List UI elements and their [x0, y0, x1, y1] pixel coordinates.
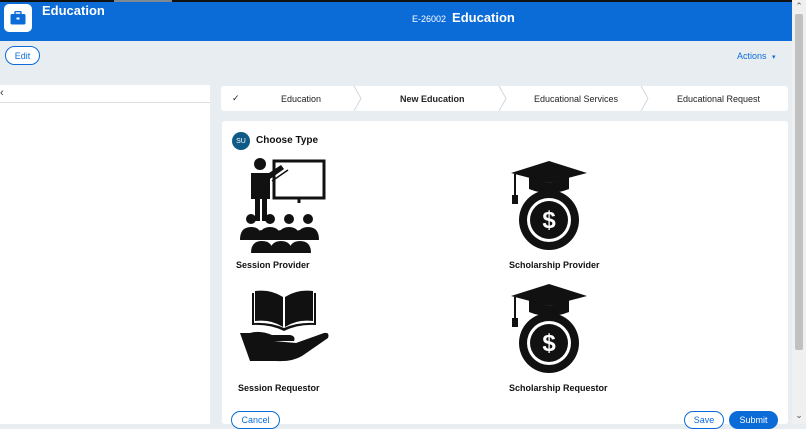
save-button[interactable]: Save [684, 411, 724, 429]
collapse-panel-icon[interactable]: ‹ [0, 87, 4, 99]
svg-text:$: $ [542, 330, 556, 357]
cancel-button[interactable]: Cancel [231, 411, 280, 429]
step-new-education[interactable]: New Education [400, 86, 465, 111]
step-educational-request[interactable]: Educational Request [677, 86, 760, 111]
left-panel: ‹ [0, 85, 210, 424]
case-heading: E-26002 Education [412, 10, 515, 25]
step-separator-icon [353, 86, 362, 111]
graduation-cap-dollar-icon: $ [511, 284, 587, 373]
teacher-presentation-icon [240, 158, 326, 253]
section-title: Choose Type [256, 135, 319, 146]
svg-text:$: $ [542, 207, 556, 234]
page-scrollbar[interactable]: ⌃ ⌄ [792, 0, 806, 424]
panel-divider [0, 102, 210, 103]
scroll-up-arrow-icon[interactable]: ⌃ [792, 1, 806, 12]
stage-stepper: ✓ Education New Education Educational Se… [221, 86, 788, 111]
avatar: SU [232, 132, 250, 150]
option-scholarship-requestor[interactable]: $ Scholarship Requestor [509, 282, 709, 397]
case-title: Education [452, 10, 515, 25]
caret-down-icon: ▾ [772, 54, 776, 61]
graduation-cap-dollar-icon: $ [511, 161, 587, 250]
hand-holding-book-icon [240, 290, 329, 362]
step-education[interactable]: Education [281, 86, 321, 111]
scrollbar-thumb[interactable] [795, 14, 803, 350]
briefcase-icon[interactable] [4, 4, 32, 32]
option-label: Session Provider [236, 260, 310, 270]
option-session-provider[interactable]: Session Provider [236, 157, 436, 273]
step-check-icon: ✓ [232, 93, 240, 103]
actions-label: Actions [737, 51, 767, 61]
app-header: Education E-26002 Education [0, 2, 792, 41]
option-label: Scholarship Requestor [509, 383, 608, 393]
submit-button[interactable]: Submit [729, 411, 778, 429]
option-label: Session Requestor [238, 383, 320, 393]
option-label: Scholarship Provider [509, 260, 600, 270]
case-id: E-26002 [412, 14, 447, 24]
step-separator-icon [498, 86, 507, 111]
app-title: Education [42, 3, 105, 18]
option-session-requestor[interactable]: Session Requestor [238, 287, 438, 397]
option-scholarship-provider[interactable]: $ Scholarship Provider [509, 159, 709, 273]
scroll-down-arrow-icon[interactable]: ⌄ [792, 410, 806, 421]
actions-menu[interactable]: Actions ▾ [737, 51, 776, 61]
choose-type-card: SU Choose Type Session Provider $ Schola… [222, 121, 788, 429]
step-educational-services[interactable]: Educational Services [534, 86, 618, 111]
step-separator-icon [640, 86, 649, 111]
edit-button[interactable]: Edit [5, 46, 40, 65]
